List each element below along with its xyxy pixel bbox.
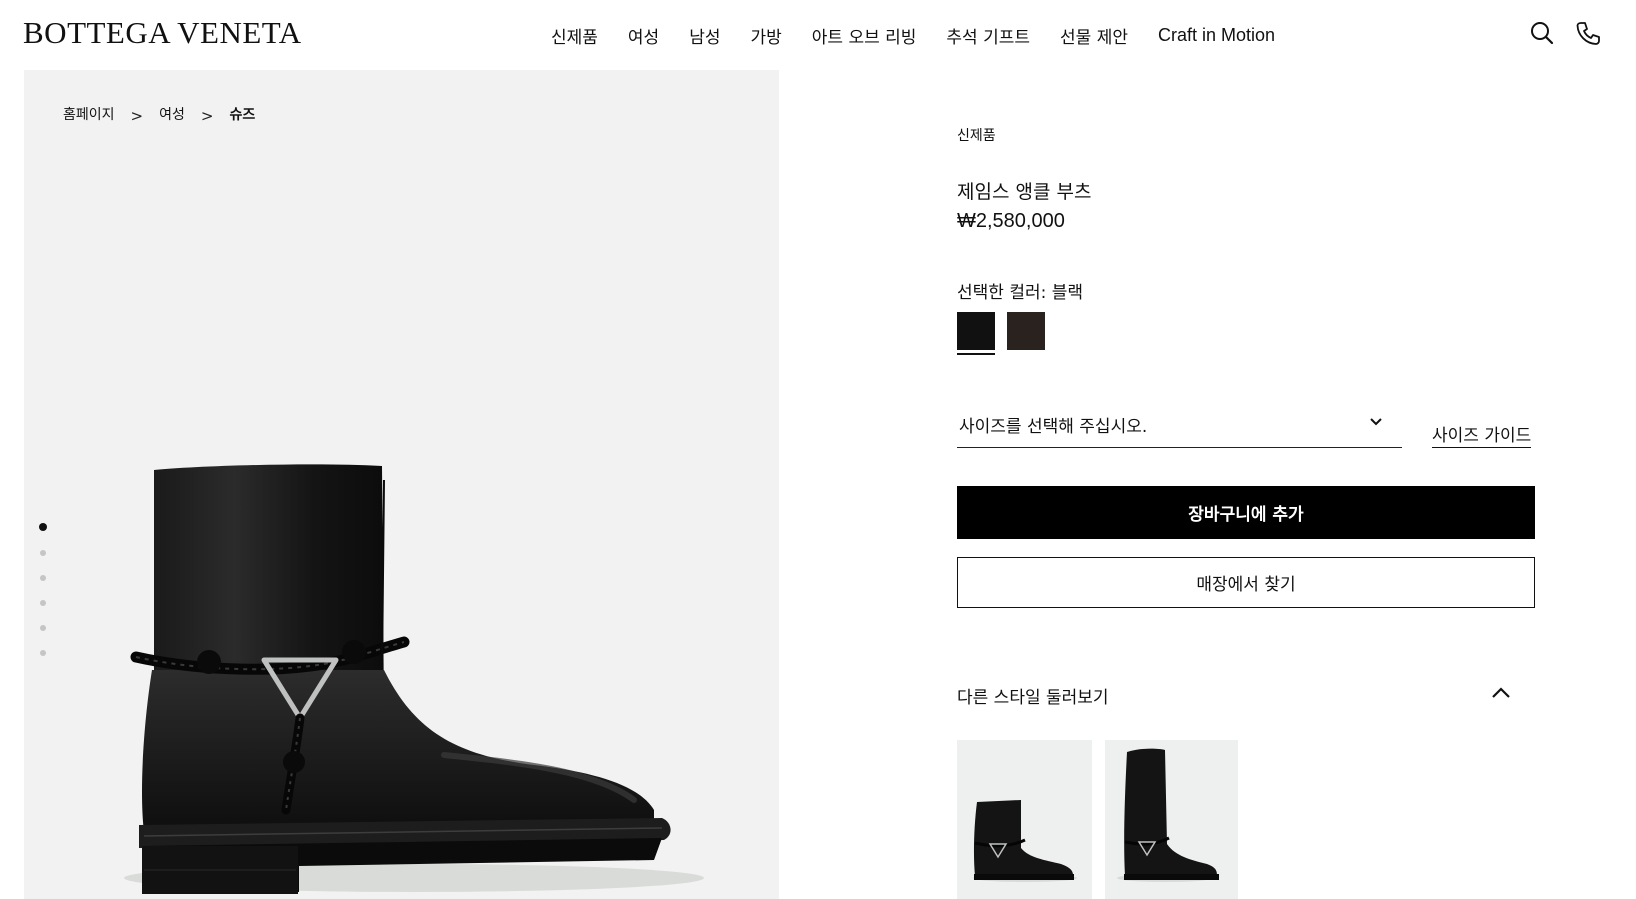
gallery-dot-3[interactable] (40, 575, 46, 581)
nav-item-new[interactable]: 신제품 (551, 23, 598, 48)
product-details: 신제품 제임스 앵클 부츠 ₩2,580,000 선택한 컬러: 블랙 사이즈를… (957, 0, 1537, 899)
tall-boot-thumbnail-image (1117, 748, 1219, 882)
chevron-up-icon[interactable] (1488, 680, 1514, 706)
color-swatch-brown[interactable] (1007, 312, 1045, 350)
find-in-store-button[interactable]: 매장에서 찾기 (957, 557, 1535, 608)
gallery-dot-4[interactable] (40, 600, 46, 606)
gallery-pagination (39, 523, 47, 656)
breadcrumb-separator: > (130, 107, 144, 125)
gallery-dot-1[interactable] (39, 523, 47, 531)
breadcrumb-separator: > (200, 107, 214, 125)
product-title: 제임스 앵클 부츠 (957, 181, 1092, 203)
breadcrumb-women[interactable]: 여성 (159, 104, 185, 124)
product-gallery[interactable]: 홈페이지 > 여성 > 슈즈 (24, 70, 779, 899)
ankle-boot-thumbnail-image (973, 800, 1077, 882)
tall-boot-thumbnail[interactable] (1105, 740, 1238, 899)
ankle-boot-image (124, 464, 704, 894)
size-select-placeholder: 사이즈를 선택해 주십시오. (959, 417, 1148, 437)
other-styles-heading: 다른 스타일 둘러보기 (957, 688, 1109, 708)
gallery-dot-2[interactable] (40, 550, 46, 556)
breadcrumb-home[interactable]: 홈페이지 (63, 104, 115, 124)
phone-icon[interactable] (1575, 20, 1601, 46)
nav-item-art-of-living[interactable]: 아트 오브 리빙 (812, 23, 917, 48)
nav-item-women[interactable]: 여성 (628, 23, 659, 48)
breadcrumb: 홈페이지 > 여성 > 슈즈 (63, 104, 256, 125)
ankle-boot-thumbnail[interactable] (957, 740, 1092, 899)
add-to-cart-button[interactable]: 장바구니에 추가 (957, 486, 1535, 539)
nav-item-men[interactable]: 남성 (689, 23, 720, 48)
chevron-down-icon (1370, 418, 1382, 426)
color-swatch-black[interactable] (957, 312, 995, 350)
brand-logo[interactable]: BOTTEGA VENETA (23, 14, 302, 52)
selected-swatch-indicator (957, 353, 995, 355)
gallery-dot-6[interactable] (40, 650, 46, 656)
gallery-dot-5[interactable] (40, 625, 46, 631)
new-arrival-label: 신제품 (957, 128, 996, 144)
breadcrumb-shoes: 슈즈 (229, 107, 256, 123)
size-guide-link[interactable]: 사이즈 가이드 (1432, 421, 1532, 448)
product-price: ₩2,580,000 (957, 210, 1065, 232)
nav-item-bags[interactable]: 가방 (750, 23, 781, 48)
size-select[interactable]: 사이즈를 선택해 주십시오. (957, 408, 1402, 448)
selected-color-label: 선택한 컬러: 블랙 (957, 283, 1084, 303)
